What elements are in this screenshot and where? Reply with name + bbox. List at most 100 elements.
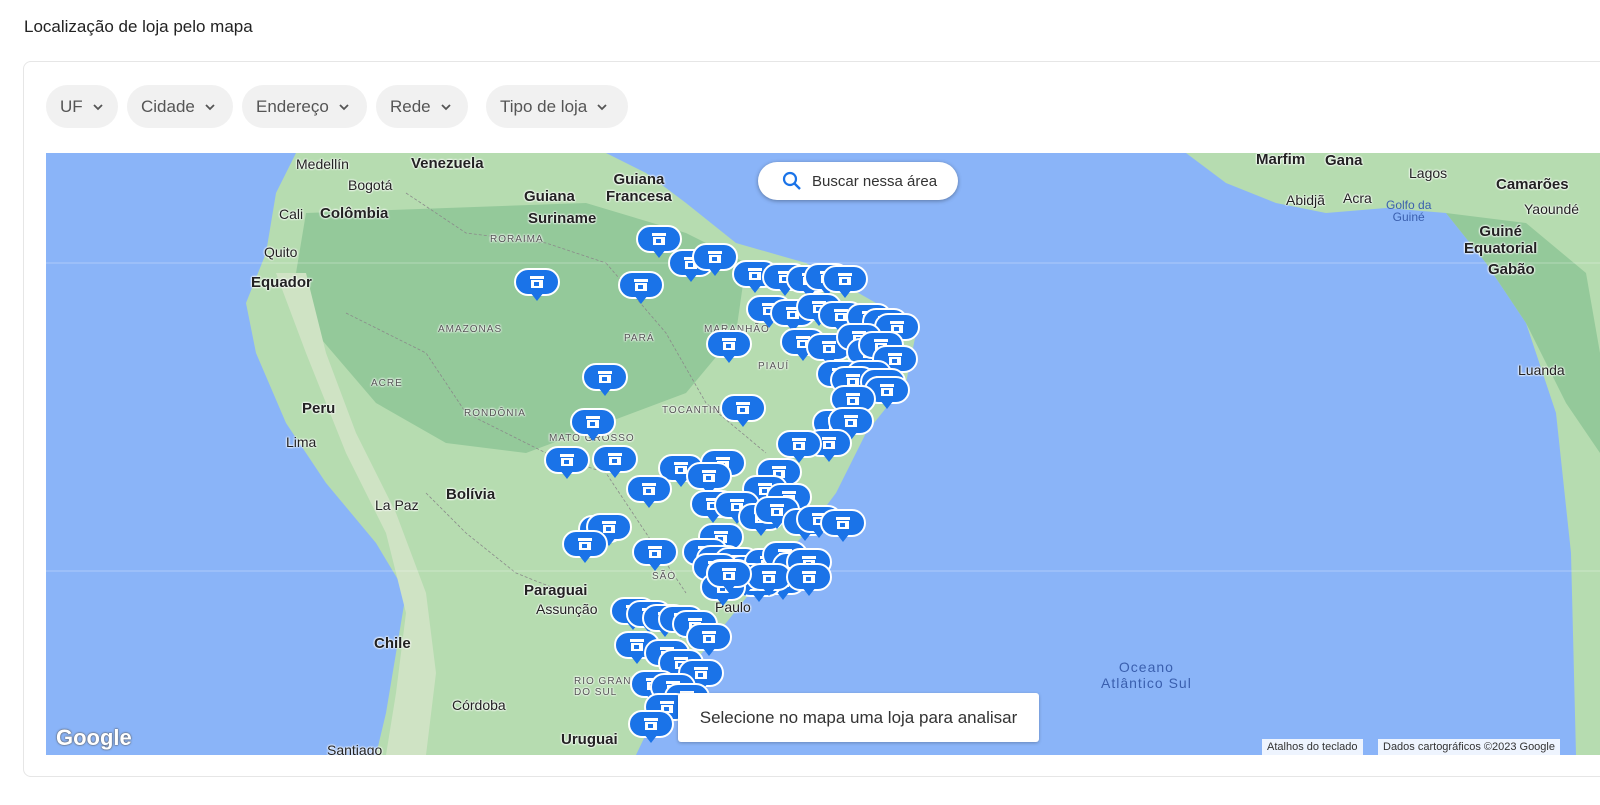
store-icon [630,639,644,651]
store-icon [702,631,716,643]
map-label-cordoba: Córdoba [452,697,506,713]
filter-uf-label: UF [60,96,83,116]
store-pin-tail [702,647,716,656]
store-icon [642,483,656,495]
map-label-luanda: Luanda [1518,362,1565,378]
store-icon [846,393,860,405]
store-icon [652,233,666,245]
map-label-colombia: Colômbia [320,205,389,222]
store-pin[interactable] [720,394,766,430]
filter-endereco[interactable]: Endereço [242,85,367,128]
store-pin[interactable] [562,530,608,566]
search-this-area-button[interactable]: Buscar nessa área [758,162,958,200]
store-pin[interactable] [706,560,752,596]
store-icon [838,273,852,285]
store-pin-tail [880,400,894,409]
store-pin[interactable] [626,475,672,511]
chevron-down-icon [205,103,215,110]
map-label-peru: Peru [302,400,336,417]
map-data-attribution[interactable]: Dados cartográficos ©2023 Google [1378,739,1560,755]
map-label-guiana: Guiana [524,188,575,205]
map-label-assuncao: Assunção [536,601,598,617]
store-pin-tail [598,387,612,396]
store-icon [822,341,836,353]
chevron-down-icon [339,103,349,110]
map-label-quito: Quito [264,244,298,260]
store-pin-tail [802,587,816,596]
store-icon [586,416,600,428]
map-label-para: PARÁ [624,333,655,344]
map-label-lima: Lima [286,434,317,450]
map-label-chile: Chile [374,635,411,652]
chevron-down-icon [441,103,451,110]
store-pin[interactable] [786,563,832,599]
store-pin-tail [748,284,762,293]
map-label-gana: Gana [1325,153,1363,169]
filter-rede[interactable]: Rede [376,85,468,128]
map-label-golfo-da-guine: Golfo da Guiné [1386,198,1432,224]
map-label-roraima: RORAIMA [490,234,544,245]
store-pin-tail [578,554,592,563]
google-logo: Google [56,725,132,750]
store-pin-tail [630,655,644,664]
store-pin-tail [560,470,574,479]
map-label-bolivia: Bolívia [446,486,496,503]
map-label-guine-equatorial: Guiné Equatorial [1464,223,1538,257]
store-pin[interactable] [820,509,866,545]
store-pin-tail [634,295,648,304]
map-label-tocantins: TOCANTINS [662,405,729,416]
store-pin-tail [762,587,776,596]
store-pin-tail [608,469,622,478]
store-pin-tail [708,267,722,276]
store-icon [748,268,762,280]
store-icon [560,454,574,466]
chevron-down-icon [93,103,103,110]
map-label-camaroes: Camarões [1496,176,1569,193]
map-label-lagos: Lagos [1409,165,1448,181]
map-label-gabao: Gabão [1488,261,1535,278]
store-pin[interactable] [618,271,664,307]
filter-cidade[interactable]: Cidade [127,85,233,128]
store-pin[interactable] [570,408,616,444]
store-icon [762,571,776,583]
page-title: Localização de loja pelo mapa [24,17,253,36]
store-icon [702,470,716,482]
store-pin-tail [586,432,600,441]
filter-uf[interactable]: UF [46,85,118,128]
store-pin-tail [530,292,544,301]
filter-tipo-de-loja-label: Tipo de loja [500,96,588,116]
store-pin[interactable] [514,268,560,304]
map-label-oceano-atlantico-sul: Oceano Atlântico Sul [1101,659,1192,691]
store-icon [708,251,722,263]
filter-rede-label: Rede [390,96,431,116]
store-icon [822,437,836,449]
store-icon [844,415,858,427]
map-label-yaounde: Yaoundé [1524,201,1580,217]
store-icon [530,276,544,288]
store-pin-tail [652,249,666,258]
store-pin[interactable] [628,710,674,746]
store-icon [880,384,894,396]
map-label-paraguai: Paraguai [524,582,588,599]
store-icon [598,371,612,383]
store-icon [802,571,816,583]
map-label-acre: ACRE [371,378,403,389]
search-this-area-label: Buscar nessa área [812,172,938,190]
store-pin[interactable] [706,330,752,366]
map-label-suriname: Suriname [528,210,597,227]
store-icon [648,546,662,558]
filter-tipo-de-loja[interactable]: Tipo de loja [486,85,628,128]
filter-endereco-label: Endereço [256,96,329,116]
map-label-uruguai: Uruguai [561,731,618,748]
map-label-venezuela: Venezuela [411,155,484,172]
store-pin-tail [722,354,736,363]
store-pin[interactable] [582,363,628,399]
store-pin[interactable] [544,446,590,482]
keyboard-shortcuts-link[interactable]: Atalhos do teclado [1262,739,1363,755]
map-view[interactable]: Medellín Venezuela Bogotá Cali Colômbia … [46,153,1600,755]
store-icon [792,438,806,450]
store-pin[interactable] [632,538,678,574]
store-icon [722,338,736,350]
map-label-medellin: Medellín [296,156,349,172]
store-pin-tail [648,562,662,571]
